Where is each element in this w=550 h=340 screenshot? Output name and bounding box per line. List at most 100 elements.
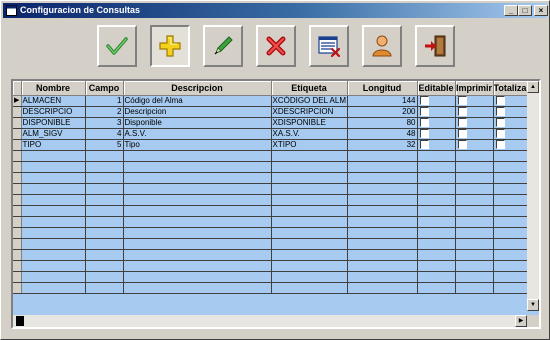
cell-descripcion[interactable] bbox=[123, 249, 272, 261]
editable-checkbox[interactable] bbox=[419, 117, 429, 127]
cell-etiqueta[interactable] bbox=[271, 249, 348, 261]
table-row[interactable] bbox=[13, 150, 528, 162]
table-row[interactable] bbox=[13, 271, 528, 283]
row-indicator[interactable] bbox=[13, 106, 22, 118]
cell-longitud[interactable] bbox=[347, 238, 418, 250]
cell-imprimir[interactable] bbox=[455, 106, 494, 118]
table-row[interactable] bbox=[13, 260, 528, 272]
cell-nombre[interactable] bbox=[21, 227, 86, 239]
cell-longitud[interactable] bbox=[347, 172, 418, 184]
cell-campo[interactable]: 2 bbox=[85, 106, 124, 118]
cell-longitud[interactable] bbox=[347, 260, 418, 272]
cell-nombre[interactable] bbox=[21, 205, 86, 217]
imprimir-checkbox[interactable] bbox=[457, 139, 467, 149]
cell-nombre[interactable]: ALMACEN bbox=[21, 95, 86, 107]
cell-longitud[interactable] bbox=[347, 216, 418, 228]
delete-button[interactable] bbox=[256, 25, 296, 67]
minimize-button[interactable]: _ bbox=[504, 5, 518, 16]
cell-nombre[interactable] bbox=[21, 194, 86, 206]
cell-etiqueta[interactable] bbox=[271, 172, 348, 184]
cell-longitud[interactable]: 144 bbox=[347, 95, 418, 107]
table-row[interactable] bbox=[13, 282, 528, 294]
cell-longitud[interactable]: 200 bbox=[347, 106, 418, 118]
cell-campo[interactable]: 4 bbox=[85, 128, 124, 140]
cell-campo[interactable] bbox=[85, 282, 124, 294]
data-grid[interactable]: Nombre Campo Descripcion Etiqueta Longit… bbox=[11, 79, 541, 329]
column-header-nombre[interactable]: Nombre bbox=[21, 81, 86, 96]
cell-etiqueta[interactable]: XTIPO bbox=[271, 139, 348, 151]
column-header-longitud[interactable]: Longitud bbox=[347, 81, 418, 96]
cell-nombre[interactable]: DISPONIBLE bbox=[21, 117, 86, 129]
column-header-etiqueta[interactable]: Etiqueta bbox=[271, 81, 348, 96]
row-indicator[interactable] bbox=[13, 117, 22, 129]
cell-longitud[interactable] bbox=[347, 205, 418, 217]
scroll-down-arrow-icon[interactable]: ▼ bbox=[527, 299, 539, 311]
cell-descripcion[interactable] bbox=[123, 172, 272, 184]
cell-nombre[interactable] bbox=[21, 282, 86, 294]
row-indicator[interactable] bbox=[13, 172, 22, 184]
row-indicator[interactable] bbox=[13, 282, 22, 294]
table-row[interactable]: ▶ ALMACEN 1 Código del Alma XCÓDIGO DEL ALM 1… bbox=[13, 95, 528, 107]
column-header-editable[interactable]: Editable bbox=[417, 81, 456, 96]
column-header-imprimir[interactable]: Imprimir bbox=[455, 81, 494, 96]
row-indicator[interactable] bbox=[13, 194, 22, 206]
cell-longitud[interactable] bbox=[347, 249, 418, 261]
cell-nombre[interactable] bbox=[21, 216, 86, 228]
cell-campo[interactable] bbox=[85, 205, 124, 217]
scroll-thumb[interactable] bbox=[16, 316, 24, 326]
cell-totalizar[interactable] bbox=[493, 139, 528, 151]
cell-longitud[interactable] bbox=[347, 194, 418, 206]
cell-campo[interactable] bbox=[85, 271, 124, 283]
cell-nombre[interactable] bbox=[21, 238, 86, 250]
cell-campo[interactable] bbox=[85, 172, 124, 184]
cell-nombre[interactable] bbox=[21, 271, 86, 283]
row-indicator[interactable] bbox=[13, 139, 22, 151]
cell-campo[interactable]: 1 bbox=[85, 95, 124, 107]
column-header-campo[interactable]: Campo bbox=[85, 81, 124, 96]
cell-totalizar[interactable] bbox=[493, 95, 528, 107]
cell-imprimir[interactable] bbox=[455, 139, 494, 151]
exit-button[interactable] bbox=[415, 25, 455, 67]
cell-etiqueta[interactable] bbox=[271, 194, 348, 206]
edit-button[interactable] bbox=[203, 25, 243, 67]
cell-descripcion[interactable] bbox=[123, 194, 272, 206]
cell-imprimir[interactable] bbox=[455, 117, 494, 129]
maximize-button[interactable]: □ bbox=[518, 5, 532, 16]
table-row[interactable] bbox=[13, 238, 528, 250]
vertical-scrollbar[interactable]: ▲ ▼ bbox=[527, 81, 539, 311]
cell-etiqueta[interactable] bbox=[271, 205, 348, 217]
table-row[interactable]: ALM_SIGV 4 A.S.V. XA.S.V. 48 bbox=[13, 128, 528, 140]
cell-longitud[interactable] bbox=[347, 227, 418, 239]
cell-longitud[interactable] bbox=[347, 161, 418, 173]
cell-longitud[interactable]: 32 bbox=[347, 139, 418, 151]
scroll-up-arrow-icon[interactable]: ▲ bbox=[527, 81, 539, 93]
cell-descripcion[interactable] bbox=[123, 227, 272, 239]
cell-totalizar[interactable] bbox=[493, 117, 528, 129]
row-indicator[interactable] bbox=[13, 216, 22, 228]
cell-campo[interactable] bbox=[85, 227, 124, 239]
editable-checkbox[interactable] bbox=[419, 106, 429, 116]
cell-descripcion[interactable]: A.S.V. bbox=[123, 128, 272, 140]
cell-longitud[interactable] bbox=[347, 150, 418, 162]
row-indicator[interactable] bbox=[13, 128, 22, 140]
cell-descripcion[interactable] bbox=[123, 216, 272, 228]
cell-nombre[interactable]: ALM_SIGV bbox=[21, 128, 86, 140]
cell-nombre[interactable]: DESCRIPCIO bbox=[21, 106, 86, 118]
cell-campo[interactable] bbox=[85, 150, 124, 162]
cell-editable[interactable] bbox=[417, 139, 456, 151]
scroll-right-arrow-icon[interactable]: ▶ bbox=[515, 315, 527, 327]
cell-descripcion[interactable]: Tipo bbox=[123, 139, 272, 151]
cell-descripcion[interactable] bbox=[123, 161, 272, 173]
cell-nombre[interactable] bbox=[21, 161, 86, 173]
table-row[interactable] bbox=[13, 161, 528, 173]
column-header-descripcion[interactable]: Descripcion bbox=[123, 81, 272, 96]
cell-etiqueta[interactable]: XA.S.V. bbox=[271, 128, 348, 140]
cell-longitud[interactable]: 48 bbox=[347, 128, 418, 140]
cell-totalizar[interactable] bbox=[493, 128, 528, 140]
row-indicator[interactable] bbox=[13, 238, 22, 250]
cell-etiqueta[interactable] bbox=[271, 282, 348, 294]
table-row[interactable]: DISPONIBLE 3 Disponible XDISPONIBLE 80 bbox=[13, 117, 528, 129]
totalizar-checkbox[interactable] bbox=[495, 95, 505, 105]
cell-campo[interactable] bbox=[85, 194, 124, 206]
table-row[interactable] bbox=[13, 249, 528, 261]
